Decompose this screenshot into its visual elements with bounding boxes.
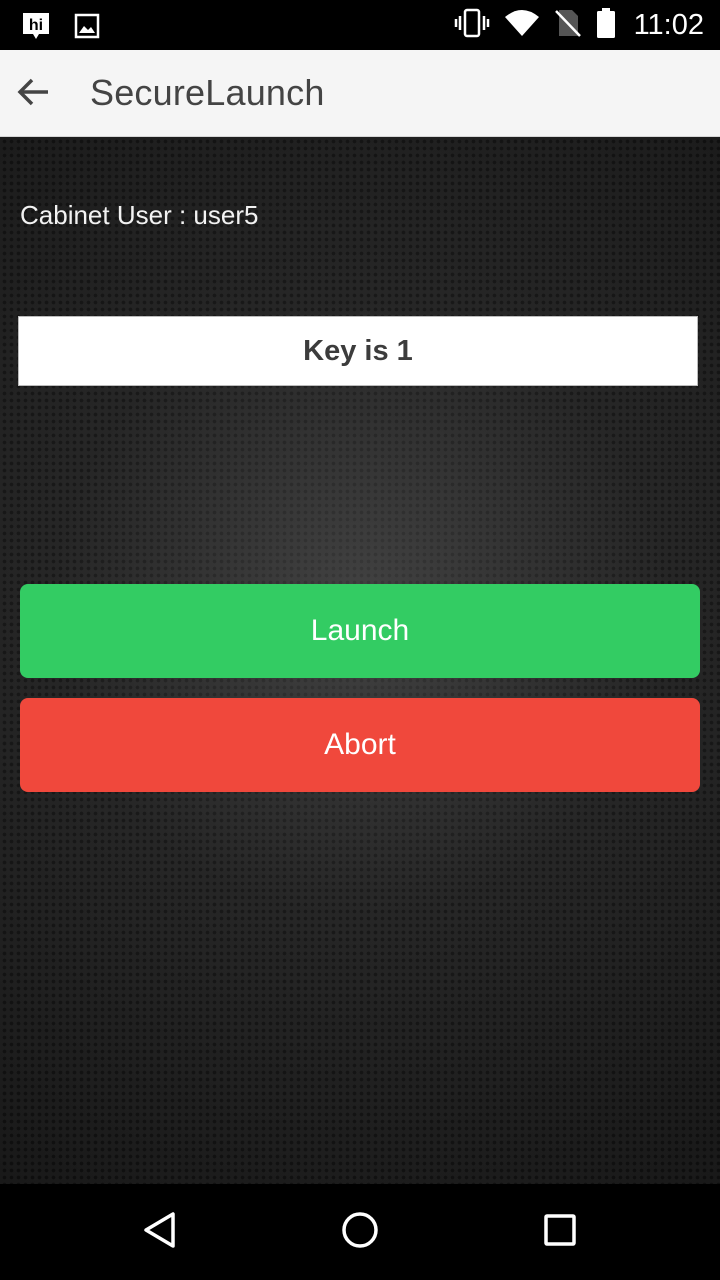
back-button[interactable] — [10, 71, 56, 117]
system-icons: 11:02 — [454, 0, 704, 50]
cabinet-user-label: Cabinet User : user5 — [20, 200, 259, 230]
back-triangle-icon — [140, 1210, 180, 1255]
status-bar: hi 11:02 — [0, 0, 720, 50]
wifi-icon — [504, 9, 540, 42]
status-time: 11:02 — [633, 8, 704, 41]
notification-area: hi — [20, 10, 100, 47]
vibrate-icon — [454, 8, 490, 43]
key-status-box: Key is 1 — [18, 316, 698, 386]
arrow-back-icon — [15, 74, 51, 115]
app-bar: SecureLaunch — [0, 50, 720, 137]
image-icon — [74, 13, 100, 44]
home-circle-icon — [340, 1210, 380, 1255]
screen: hi 11:02 SecureLaunch Cabinet User: use… — [0, 0, 720, 1280]
no-sim-icon — [554, 8, 582, 43]
hi-app-icon: hi — [20, 10, 52, 47]
nav-home-button[interactable] — [330, 1202, 390, 1262]
abort-button[interactable]: Abort — [20, 698, 700, 792]
svg-text:hi: hi — [29, 17, 43, 34]
launch-button[interactable]: Launch — [20, 584, 700, 678]
main-content: Cabinet User : user5 Key is 1 Launch Abo… — [0, 137, 720, 1184]
nav-back-button[interactable] — [130, 1202, 190, 1262]
recents-square-icon — [540, 1210, 580, 1255]
navigation-bar — [0, 1184, 720, 1280]
nav-recents-button[interactable] — [530, 1202, 590, 1262]
app-title: SecureLaunch — [90, 72, 325, 113]
battery-icon — [596, 7, 616, 44]
